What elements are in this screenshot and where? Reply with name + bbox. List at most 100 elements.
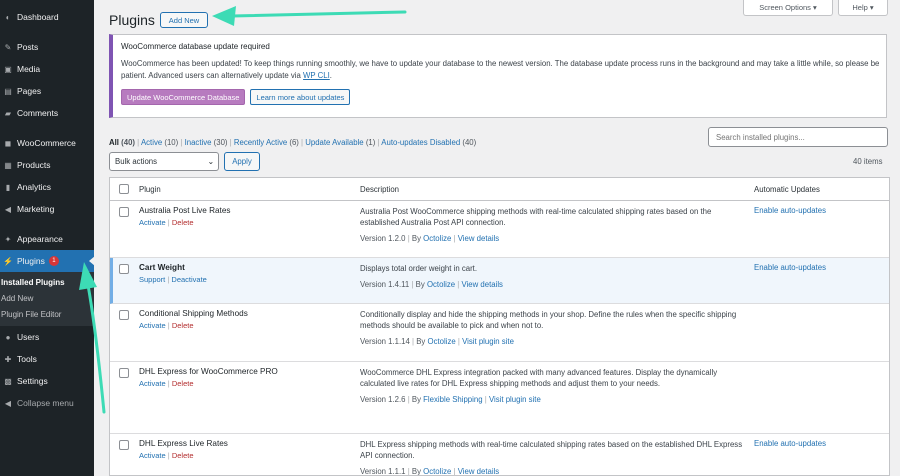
menu-appearance[interactable]: ✦ Appearance xyxy=(0,228,94,250)
menu-label: Tools xyxy=(17,354,37,364)
screen-options-button[interactable]: Screen Options ▾ xyxy=(743,0,833,16)
filter-recently-active[interactable]: Recently Active (6) xyxy=(234,138,299,147)
filter-update-available[interactable]: Update Available (1) xyxy=(305,138,375,147)
menu-dashboard[interactable]: ◐ Dashboard xyxy=(0,6,94,28)
plugin-name: DHL Express Live Rates xyxy=(139,439,228,448)
visit-plugin-site-link[interactable]: Visit plugin site xyxy=(489,395,541,404)
filter-count: (1) xyxy=(365,138,376,147)
submenu-add-new[interactable]: Add New xyxy=(0,290,94,306)
chevron-down-icon: ⌄ xyxy=(207,157,214,166)
delete-link[interactable]: Delete xyxy=(172,451,194,460)
row-checkbox[interactable] xyxy=(119,310,129,320)
filter-all[interactable]: All (40) xyxy=(109,138,135,147)
by-label: By xyxy=(411,234,421,243)
plugin-version: Version 1.1.1 xyxy=(360,467,406,476)
activate-link[interactable]: Activate xyxy=(139,379,166,388)
menu-label: Dashboard xyxy=(17,12,59,22)
menu-analytics[interactable]: ▮ Analytics xyxy=(0,176,94,198)
woocommerce-update-notice: WooCommerce database update required Woo… xyxy=(109,34,887,118)
plugins-icon: ⚡ xyxy=(3,256,13,266)
delete-link[interactable]: Delete xyxy=(172,379,194,388)
menu-tools[interactable]: ✚ Tools xyxy=(0,348,94,370)
apply-button[interactable]: Apply xyxy=(224,152,260,171)
update-database-button[interactable]: Update WooCommerce Database xyxy=(121,89,246,105)
menu-settings[interactable]: ▩ Settings xyxy=(0,370,94,392)
view-details-link[interactable]: View details xyxy=(458,234,499,243)
menu-comments[interactable]: ▰ Comments xyxy=(0,102,94,124)
items-count: 40 items xyxy=(853,157,883,166)
by-label: By xyxy=(411,395,421,404)
table-row: DHL Express Live Rates Activate | Delete… xyxy=(110,434,889,476)
author-link[interactable]: Octolize xyxy=(427,280,455,289)
bulk-actions-value: Bulk actions xyxy=(115,157,158,166)
view-details-link[interactable]: View details xyxy=(458,467,499,475)
collapse-menu[interactable]: ◀ Collapse menu xyxy=(0,392,94,414)
row-checkbox[interactable] xyxy=(119,207,129,217)
enable-auto-updates-link[interactable]: Enable auto-updates xyxy=(754,263,826,272)
row-checkbox[interactable] xyxy=(119,440,129,450)
activate-link[interactable]: Activate xyxy=(139,451,166,460)
submenu-plugin-file-editor[interactable]: Plugin File Editor xyxy=(0,306,94,322)
menu-label: Products xyxy=(17,160,51,170)
select-all-checkbox[interactable] xyxy=(119,184,129,194)
visit-plugin-site-link[interactable]: Visit plugin site xyxy=(462,337,514,346)
author-link[interactable]: Octolize xyxy=(423,234,451,243)
author-link[interactable]: Flexible Shipping xyxy=(423,395,482,404)
help-button[interactable]: Help ▾ xyxy=(838,0,888,16)
row-checkbox[interactable] xyxy=(119,264,129,274)
column-automatic-updates: Automatic Updates xyxy=(754,184,820,194)
pages-icon: ▤ xyxy=(4,86,12,96)
filter-count: (40) xyxy=(121,138,136,147)
column-plugin: Plugin xyxy=(139,184,161,194)
menu-users[interactable]: ● Users xyxy=(0,326,94,348)
filter-inactive[interactable]: Inactive (30) xyxy=(185,138,228,147)
submenu-installed-plugins[interactable]: Installed Plugins xyxy=(0,274,94,290)
activate-link[interactable]: Activate xyxy=(139,321,166,330)
search-plugins-input[interactable] xyxy=(708,127,888,147)
plugin-version: Version 1.4.11 xyxy=(360,280,410,289)
notice-body-end: . xyxy=(329,70,332,80)
author-link[interactable]: Octolize xyxy=(428,337,456,346)
plugin-description: Australia Post WooCommerce shipping meth… xyxy=(360,207,712,227)
bulk-actions-select[interactable]: Bulk actions ⌄ xyxy=(109,152,219,171)
filter-active[interactable]: Active (10) xyxy=(141,138,178,147)
plugins-submenu: Installed Plugins Add New Plugin File Ed… xyxy=(0,272,94,326)
menu-label: Posts xyxy=(17,42,39,52)
menu-posts[interactable]: ✎ Posts xyxy=(0,36,94,58)
arrow-to-add-new xyxy=(212,6,407,26)
menu-marketing[interactable]: ◀ Marketing xyxy=(0,198,94,220)
by-label: By xyxy=(411,467,421,476)
enable-auto-updates-link[interactable]: Enable auto-updates xyxy=(754,439,826,448)
plugin-version: Version 1.2.0 xyxy=(360,234,406,243)
menu-media[interactable]: ▣ Media xyxy=(0,58,94,80)
table-row: DHL Express for WooCommerce PRO Activate… xyxy=(110,362,889,434)
plugin-name: Australia Post Live Rates xyxy=(139,206,231,215)
delete-link[interactable]: Delete xyxy=(172,321,194,330)
media-icon: ▣ xyxy=(4,64,12,74)
delete-link[interactable]: Delete xyxy=(172,218,194,227)
filter-label: All xyxy=(109,138,119,147)
author-link[interactable]: Octolize xyxy=(423,467,451,475)
filter-label: Auto-updates Disabled xyxy=(381,138,461,147)
add-new-plugin-button[interactable]: Add New xyxy=(160,12,208,28)
support-link[interactable]: Support xyxy=(139,275,165,284)
menu-label: Appearance xyxy=(17,234,63,244)
enable-auto-updates-link[interactable]: Enable auto-updates xyxy=(754,206,826,215)
filter-label: Active xyxy=(140,138,163,147)
woocommerce-icon: ◼ xyxy=(4,138,12,148)
filter-label: Recently Active xyxy=(233,138,288,147)
wp-cli-link[interactable]: WP CLI xyxy=(303,71,330,80)
filter-auto-updates-disabled[interactable]: Auto-updates Disabled (40) xyxy=(381,138,476,147)
menu-plugins[interactable]: ⚡ Plugins 1 xyxy=(0,250,95,272)
menu-pages[interactable]: ▤ Pages xyxy=(0,80,94,102)
menu-woocommerce[interactable]: ◼ WooCommerce xyxy=(0,132,94,154)
activate-link[interactable]: Activate xyxy=(139,218,166,227)
update-count-badge: 1 xyxy=(48,256,59,266)
row-checkbox[interactable] xyxy=(119,368,129,378)
menu-label: Users xyxy=(17,332,40,342)
menu-products[interactable]: ▦ Products xyxy=(0,154,94,176)
menu-label: Comments xyxy=(17,108,59,118)
learn-more-button[interactable]: Learn more about updates xyxy=(250,89,351,105)
deactivate-link[interactable]: Deactivate xyxy=(171,275,206,284)
view-details-link[interactable]: View details xyxy=(461,280,502,289)
